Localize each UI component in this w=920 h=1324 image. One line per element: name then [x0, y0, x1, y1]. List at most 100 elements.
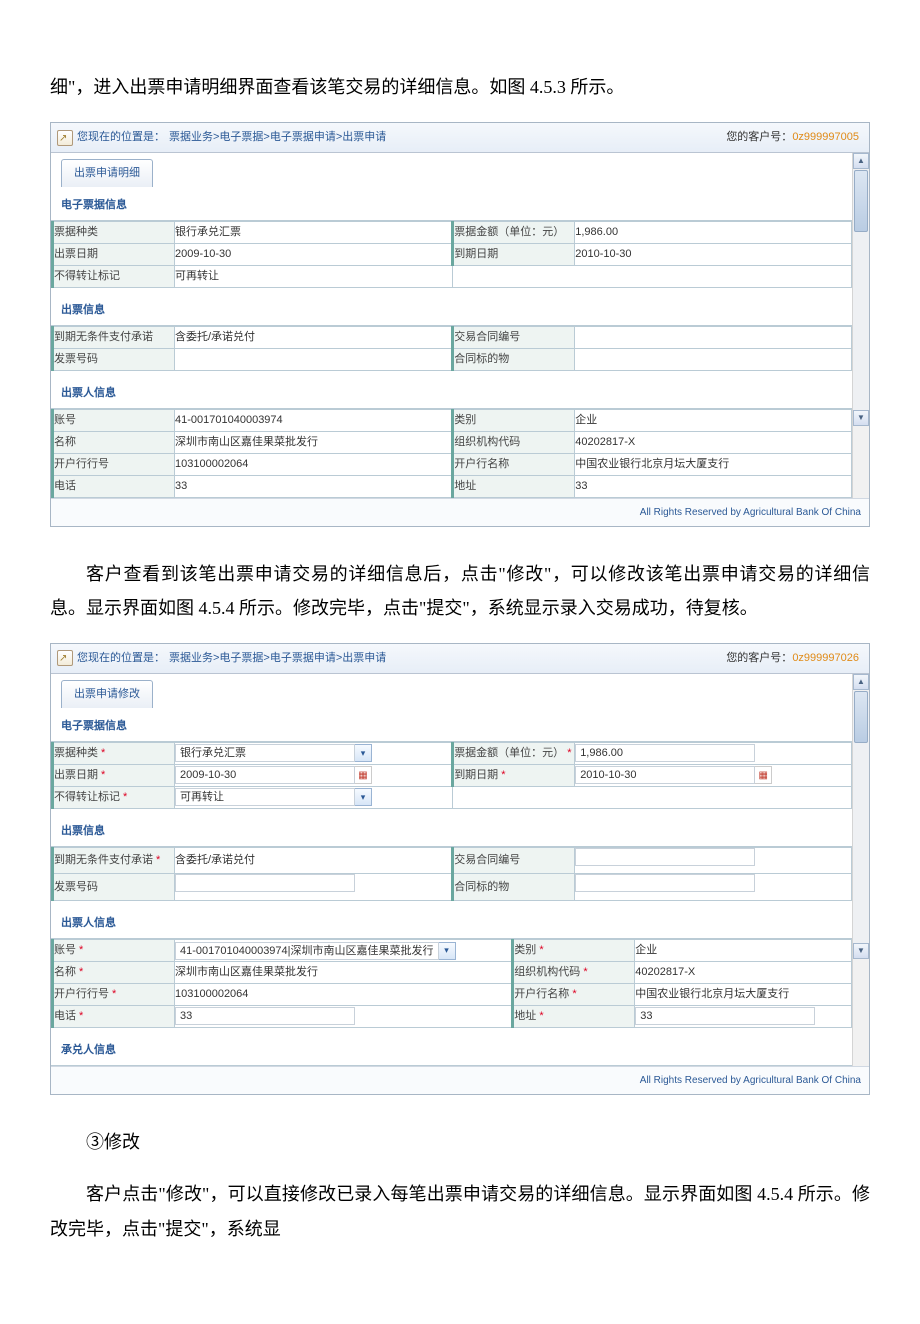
app-screenshot-edit: 您现在的位置是： 票据业务>电子票据>电子票据申请>出票申请 您的客户号：0z9… [50, 643, 870, 1095]
lbl-phone: 电话 [53, 475, 175, 497]
location-icon [57, 650, 73, 666]
lbl-account: 账号 [53, 409, 175, 431]
chevron-down-icon[interactable]: ▾ [439, 942, 456, 960]
lbl-no-transfer: 不得转让标记 [53, 265, 175, 287]
lbl-name: 名称 [53, 962, 175, 984]
val-bill-type: 银行承兑汇票 [175, 221, 453, 243]
chevron-down-icon[interactable]: ▾ [355, 788, 372, 806]
input-invoice-no[interactable] [175, 874, 355, 892]
section-ebill-info: 电子票据信息 [51, 708, 852, 742]
lbl-bank-name: 开户行名称 [453, 453, 575, 475]
section-drawer-info: 出票人信息 [51, 371, 852, 409]
lbl-contract-subject: 合同标的物 [453, 874, 575, 901]
chevron-down-icon[interactable]: ▾ [355, 744, 372, 762]
val-bank-no: 103100002064 [175, 453, 453, 475]
val-phone: 33 [175, 475, 453, 497]
section-ebill-info: 电子票据信息 [51, 187, 852, 221]
breadcrumb-path[interactable]: 票据业务>电子票据>电子票据申请>出票申请 [169, 648, 386, 669]
footer-copyright: All Rights Reserved by Agricultural Bank… [51, 498, 869, 526]
lbl-due-date: 到期日期 [453, 764, 575, 786]
scroll-down-icon[interactable]: ▼ [853, 410, 869, 426]
val-category: 企业 [575, 409, 852, 431]
select-account[interactable]: 41-001701040003974|深圳市南山区嘉佳果菜批发行▾ [175, 942, 511, 960]
lbl-amount: 票据金额（单位：元） [453, 221, 575, 243]
section-acceptor-info: 承兑人信息 [51, 1028, 852, 1066]
lbl-address: 地址 [453, 475, 575, 497]
select-bill-type[interactable]: 银行承兑汇票▾ [175, 744, 451, 762]
lbl-category: 类别 [513, 940, 635, 962]
val-bank-name: 中国农业银行北京月坛大厦支行 [635, 984, 852, 1006]
val-due-date: 2010-10-30 [575, 243, 852, 265]
lbl-bank-no: 开户行行号 [53, 984, 175, 1006]
section-issue-info: 出票信息 [51, 809, 852, 847]
scroll-up-icon[interactable]: ▲ [853, 674, 869, 690]
cust-label: 您的客户号： [726, 131, 792, 143]
location-icon [57, 130, 73, 146]
breadcrumb-path[interactable]: 票据业务>电子票据>电子票据申请>出票申请 [169, 127, 386, 148]
input-amount[interactable]: 1,986.00 [575, 744, 755, 762]
val-issue-date: 2009-10-30 [175, 243, 453, 265]
val-name: 深圳市南山区嘉佳果菜批发行 [175, 431, 453, 453]
tab-detail[interactable]: 出票申请明细 [61, 159, 153, 187]
lbl-bank-no: 开户行行号 [53, 453, 175, 475]
calendar-icon[interactable]: ▦ [755, 766, 772, 784]
lbl-phone: 电话 [53, 1006, 175, 1028]
loc-label: 您现在的位置是： [77, 127, 165, 148]
scroll-up-icon[interactable]: ▲ [853, 153, 869, 169]
section-issue-info: 出票信息 [51, 288, 852, 326]
footer-copyright: All Rights Reserved by Agricultural Bank… [51, 1066, 869, 1094]
val-bank-name: 中国农业银行北京月坛大厦支行 [575, 453, 852, 475]
input-due-date[interactable]: 2010-10-30▦ [575, 766, 851, 784]
drawer-info-table: 账号 41-001701040003974 类别 企业 名称 深圳市南山区嘉佳果… [51, 409, 852, 498]
ebill-info-table: 票据种类 银行承兑汇票▾ 票据金额（单位：元） 1,986.00 出票日期 20… [51, 742, 852, 809]
breadcrumb: 您现在的位置是： 票据业务>电子票据>电子票据申请>出票申请 [57, 648, 386, 669]
lbl-issue-date: 出票日期 [53, 243, 175, 265]
customer-number: 您的客户号：0z999997005 [726, 127, 859, 148]
cust-id: 0z999997005 [792, 131, 859, 143]
val-contract-subject [575, 348, 852, 370]
input-phone[interactable]: 33 [175, 1007, 355, 1025]
lbl-contract-no: 交易合同编号 [453, 847, 575, 874]
lbl-bill-type: 票据种类 [53, 221, 175, 243]
scrollbar[interactable]: ▲ ▼ [852, 153, 869, 498]
issue-info-table: 到期无条件支付承诺 含委托/承诺兑付 交易合同编号 发票号码 合同标的物 [51, 326, 852, 371]
cust-id: 0z999997026 [792, 652, 859, 664]
lbl-category: 类别 [453, 409, 575, 431]
doc-paragraph-2: 客户查看到该笔出票申请交易的详细信息后，点击"修改"，可以修改该笔出票申请交易的… [50, 557, 870, 625]
val-address: 33 [575, 475, 852, 497]
lbl-bank-name: 开户行名称 [513, 984, 635, 1006]
lbl-due-date: 到期日期 [453, 243, 575, 265]
select-no-transfer[interactable]: 可再转让▾ [175, 788, 452, 806]
lbl-name: 名称 [53, 431, 175, 453]
lbl-invoice-no: 发票号码 [53, 348, 175, 370]
val-bank-no: 103100002064 [175, 984, 513, 1006]
drawer-info-table: 账号 41-001701040003974|深圳市南山区嘉佳果菜批发行▾ 类别 … [51, 939, 852, 1028]
cust-label: 您的客户号： [726, 652, 792, 664]
tab-edit[interactable]: 出票申请修改 [61, 680, 153, 708]
doc-paragraph-3: ③修改 [50, 1125, 870, 1159]
app-header: 您现在的位置是： 票据业务>电子票据>电子票据申请>出票申请 您的客户号：0z9… [51, 123, 869, 153]
doc-paragraph-1: 细"，进入出票申请明细界面查看该笔交易的详细信息。如图 4.5.3 所示。 [50, 70, 870, 104]
breadcrumb: 您现在的位置是： 票据业务>电子票据>电子票据申请>出票申请 [57, 127, 386, 148]
input-contract-no[interactable] [575, 848, 755, 866]
customer-number: 您的客户号：0z999997026 [726, 648, 859, 669]
scroll-down-icon[interactable]: ▼ [853, 943, 869, 959]
lbl-no-transfer: 不得转让标记 [53, 786, 175, 808]
val-no-transfer: 可再转让 [175, 265, 453, 287]
lbl-issue-date: 出票日期 [53, 764, 175, 786]
input-address[interactable]: 33 [635, 1007, 815, 1025]
app-header: 您现在的位置是： 票据业务>电子票据>电子票据申请>出票申请 您的客户号：0z9… [51, 644, 869, 674]
section-drawer-info: 出票人信息 [51, 901, 852, 939]
val-uncond-pay: 含委托/承诺兑付 [175, 847, 453, 874]
input-issue-date[interactable]: 2009-10-30▦ [175, 766, 451, 784]
input-contract-subject[interactable] [575, 874, 755, 892]
ebill-info-table: 票据种类 银行承兑汇票 票据金额（单位：元） 1,986.00 出票日期 200… [51, 221, 852, 288]
lbl-contract-no: 交易合同编号 [453, 326, 575, 348]
scrollbar[interactable]: ▲ ▼ [852, 674, 869, 1066]
val-account: 41-001701040003974 [175, 409, 453, 431]
lbl-address: 地址 [513, 1006, 635, 1028]
loc-label: 您现在的位置是： [77, 648, 165, 669]
val-invoice-no [175, 348, 453, 370]
lbl-amount: 票据金额（单位：元） [453, 742, 575, 764]
calendar-icon[interactable]: ▦ [355, 766, 372, 784]
